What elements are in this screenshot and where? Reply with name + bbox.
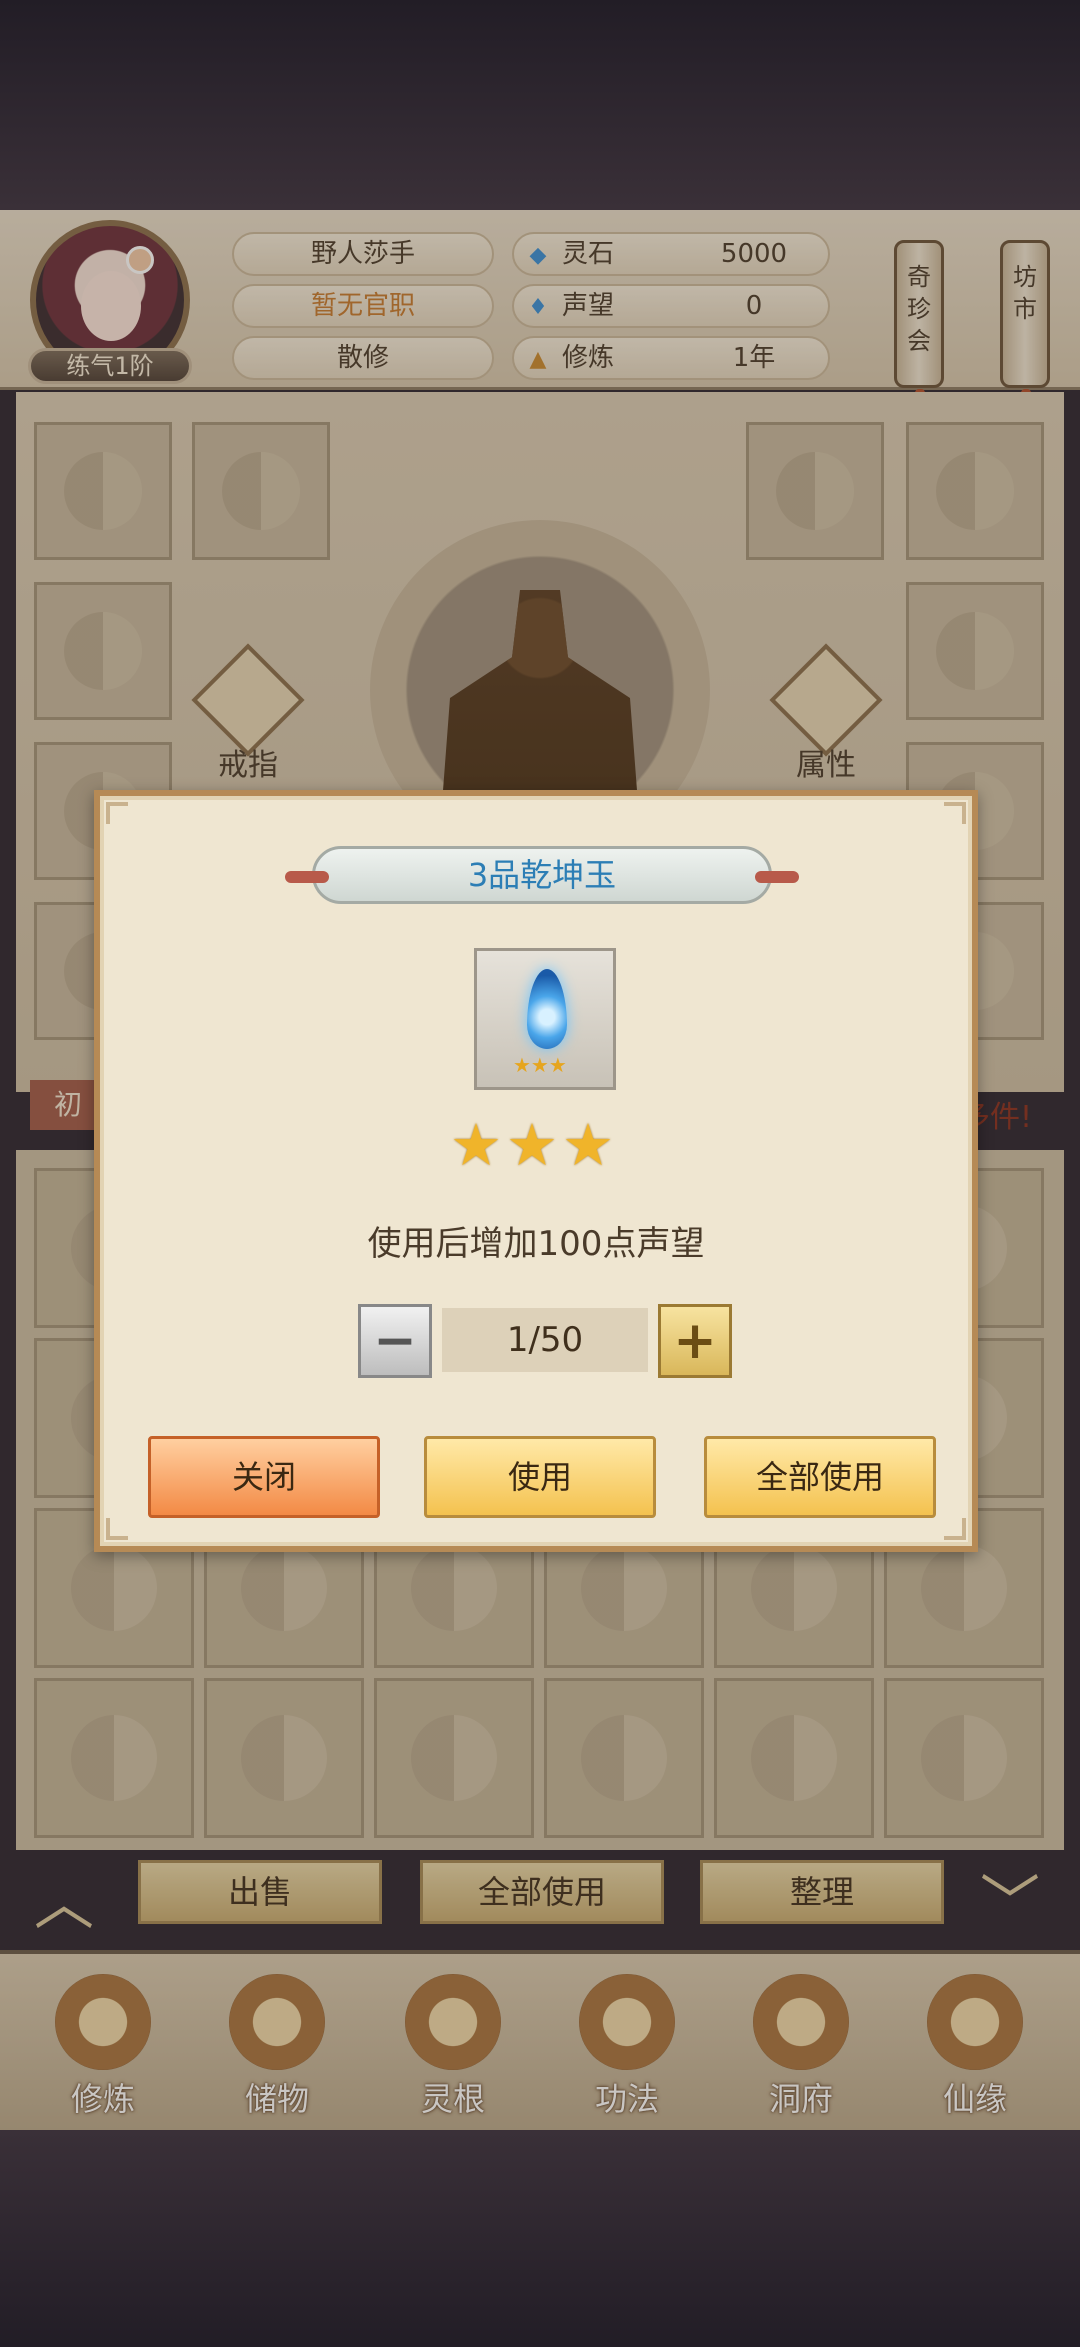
quantity-field[interactable]: 1/50 — [442, 1308, 648, 1372]
top-background — [0, 0, 1080, 210]
bottom-background — [0, 2130, 1080, 2347]
blue-jade-icon — [527, 969, 567, 1049]
item-icon-frame: ★★★ — [474, 948, 616, 1090]
item-use-dialog: 3品乾坤玉 ★★★ ★★★ 使用后增加100点声望 − 1/50 + 关闭 使用… — [94, 790, 978, 1552]
item-mini-stars: ★★★ — [513, 1053, 567, 1077]
use-button[interactable]: 使用 — [424, 1436, 656, 1518]
close-button[interactable]: 关闭 — [148, 1436, 380, 1518]
quantity-decrease-button[interactable]: − — [358, 1304, 432, 1378]
item-title: 3品乾坤玉 — [285, 846, 799, 904]
quantity-increase-button[interactable]: + — [658, 1304, 732, 1378]
use-all-button[interactable]: 全部使用 — [704, 1436, 936, 1518]
item-star-rating: ★★★ — [450, 1111, 618, 1179]
item-description: 使用后增加100点声望 — [367, 1224, 705, 1264]
